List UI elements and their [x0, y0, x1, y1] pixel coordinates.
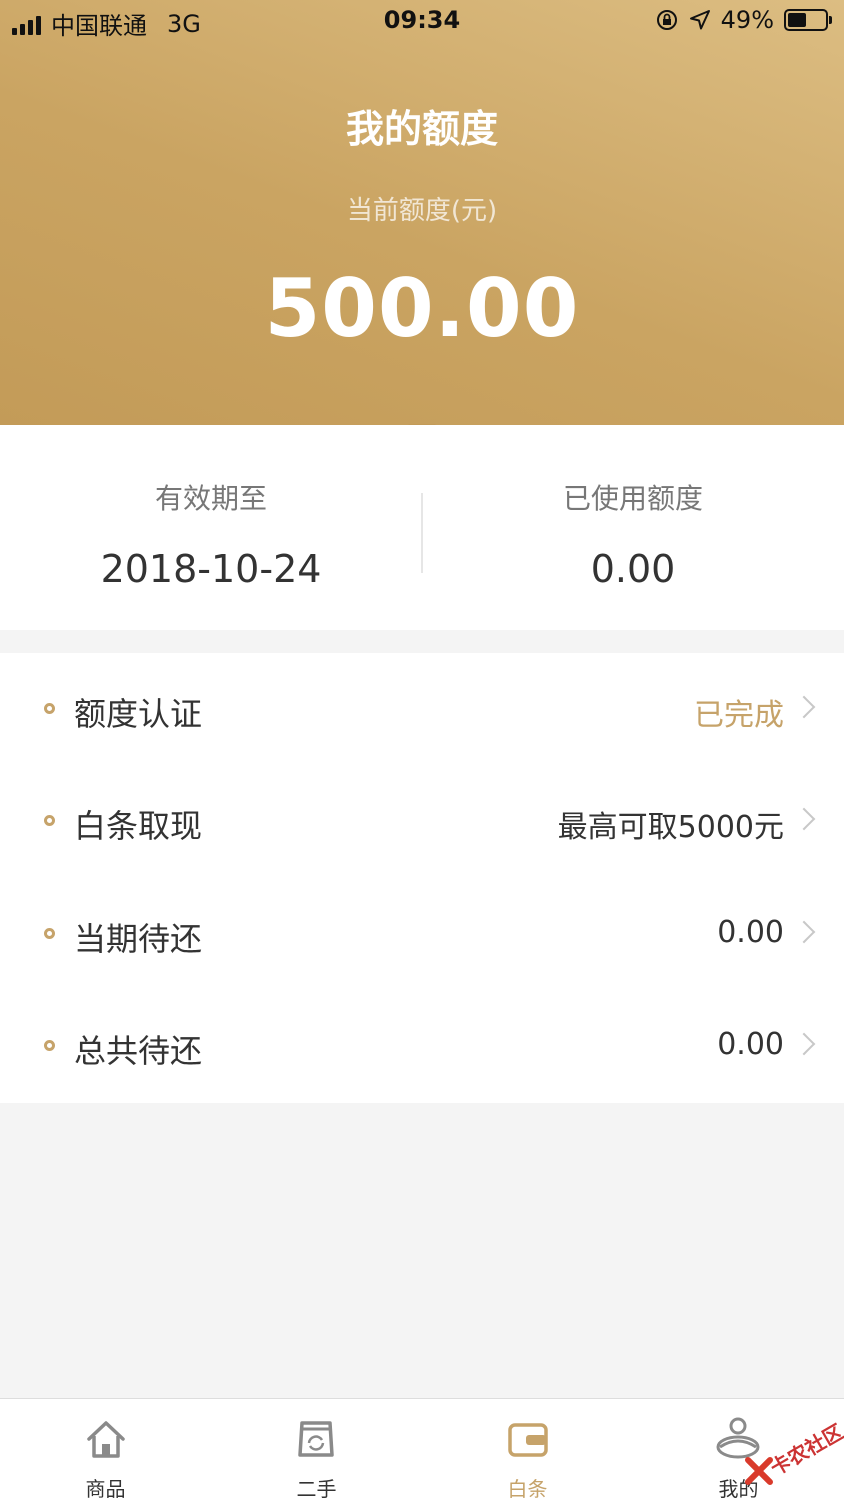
- status-right: 49%: [655, 6, 832, 34]
- watermark-text: 卡农社区: [766, 1419, 844, 1481]
- quota-header: 中国联通 3G 09:34 49% 我的额度 当前额度(元) 500.00: [0, 0, 844, 425]
- used-quota-block: 已使用额度 0.00: [422, 425, 844, 630]
- chevron-right-icon: [792, 695, 816, 719]
- tab-products[interactable]: 商品: [0, 1399, 211, 1500]
- bullet-icon: [44, 703, 55, 714]
- bullet-icon: [44, 815, 55, 826]
- home-icon: [87, 1421, 125, 1458]
- menu-item-label: 当期待还: [74, 920, 203, 958]
- menu-item-label: 白条取现: [74, 807, 203, 845]
- quota-subtitle: 当前额度(元): [346, 196, 498, 226]
- quota-amount: 500.00: [264, 262, 580, 355]
- menu-item-label: 总共待还: [74, 1032, 203, 1070]
- menu-item-value: 已完成: [694, 698, 784, 733]
- menu-item-cash-withdrawal[interactable]: 白条取现 最高可取5000元: [0, 765, 844, 877]
- valid-until-block: 有效期至 2018-10-24: [0, 425, 422, 630]
- chevron-right-icon: [792, 807, 816, 831]
- valid-until-value: 2018-10-24: [100, 547, 322, 591]
- battery-icon: [784, 9, 832, 31]
- quota-menu: 额度认证 已完成 白条取现 最高可取5000元 当期待还 0.00 总共待还 0…: [0, 653, 844, 1103]
- used-quota-value: 0.00: [590, 547, 676, 591]
- menu-item-value: 0.00: [717, 1027, 784, 1062]
- menu-item-label: 额度认证: [74, 695, 203, 733]
- watermark-logo: 卡农社区: [742, 1412, 844, 1492]
- rotation-lock-icon: [656, 10, 677, 30]
- tab-credit[interactable]: 白条: [422, 1399, 633, 1500]
- battery-fill: [788, 13, 806, 27]
- location-icon: [689, 10, 710, 30]
- tab-bar: 商品 二手 白条 我的: [0, 1398, 844, 1500]
- tab-secondhand[interactable]: 二手: [211, 1399, 422, 1500]
- menu-item-value: 最高可取5000元: [557, 810, 784, 845]
- used-quota-label: 已使用额度: [562, 482, 703, 515]
- valid-until-label: 有效期至: [154, 482, 267, 515]
- chevron-right-icon: [792, 920, 816, 944]
- menu-item-total-due[interactable]: 总共待还 0.00: [0, 990, 844, 1102]
- tab-label: 二手: [296, 1477, 337, 1500]
- menu-item-quota-verification[interactable]: 额度认证 已完成: [0, 653, 844, 765]
- bullet-icon: [44, 1040, 55, 1051]
- quota-summary: 有效期至 2018-10-24 已使用额度 0.00: [0, 425, 844, 630]
- page-title: 我的额度: [345, 107, 498, 151]
- bullet-icon: [44, 928, 55, 939]
- tab-label: 白条: [507, 1477, 548, 1500]
- menu-item-current-due[interactable]: 当期待还 0.00: [0, 878, 844, 990]
- battery-percent: 49%: [720, 6, 774, 34]
- chevron-right-icon: [792, 1032, 816, 1056]
- status-bar: 中国联通 3G 09:34 49%: [0, 0, 844, 44]
- tab-label: 商品: [85, 1477, 126, 1500]
- menu-item-value: 0.00: [717, 915, 784, 950]
- wallet-icon: [508, 1423, 548, 1457]
- bag-icon: [298, 1421, 334, 1457]
